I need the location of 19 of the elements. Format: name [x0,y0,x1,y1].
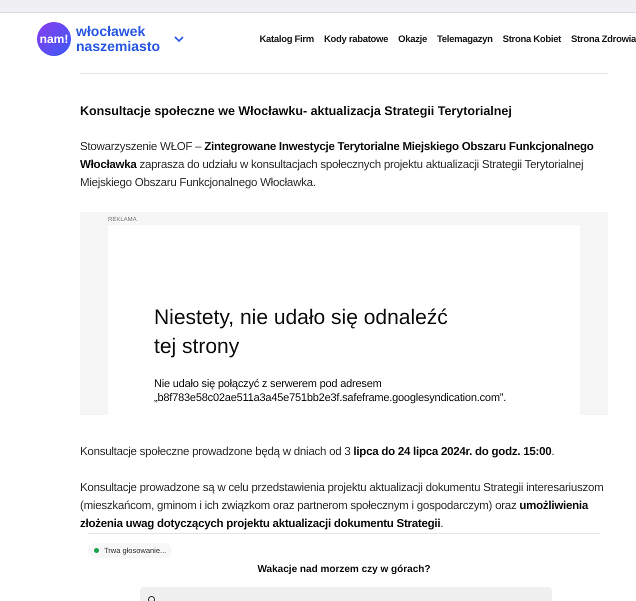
nav-link[interactable]: Kody rabatowe [324,34,388,44]
poll-question: Wakacje nad morzem czy w górach? [256,564,432,575]
nav-link[interactable]: Okazje [398,34,427,44]
article-paragraph: Konsultacje prowadzone są w celu przedstawienia projektu aktualizacji dokumentu Strategii interesariuszom (mieszkańcom, gminom i ich związkom oraz partnerom społecznym i gospodarczym) oraz umożliwienia złożenia uwag dotyczących projektu aktualizacji dokumentu Strategii. [80,481,604,532]
nav-link[interactable]: Strona Kobiet [502,34,562,44]
article-paragraph: Konsultacje społeczne prowadzone będą w dniach od 3 lipca do 24 lipca 2024r. do godz. 15:00. [80,445,556,460]
nav-link[interactable]: Strona Zdrowia [571,34,636,44]
logo-badge[interactable]: nam! [37,22,71,56]
chevron-down-icon[interactable] [174,36,184,42]
logo-text[interactable]: naszemiasto [76,39,160,54]
status-dot [94,548,99,553]
error-title: Niestety, nie udało się odnaleźć tej strony [154,305,449,360]
nav-link[interactable]: Katalog Firm [259,34,314,44]
nav-link[interactable]: Telemagazyn [436,34,493,44]
lead-paragraph: Stowarzyszenie WŁOF – Zintegrowane Inwestycje Terytorialne Miejskiego Obszaru Funkcjonalnego Włocławka zaprasza do udziału w konsultacjach społecznych projektu aktualizacji Strategii Terytorialnej Miejskiego Obszaru Funkcjonalnego Włocławka. [80,140,595,191]
error-message: Nie udało się połączyć z serwerem pod adresem „b8f783e58c02ae511a3a45e751bb2e3f.safeframe.googlesyndication.com”. [154,377,508,405]
logo-text[interactable]: włocławek [76,24,160,39]
radio-icon[interactable] [148,596,155,601]
article-title: Konsultacje społeczne we Włocławku- aktualizacja Strategii Terytorialnej [80,104,513,118]
